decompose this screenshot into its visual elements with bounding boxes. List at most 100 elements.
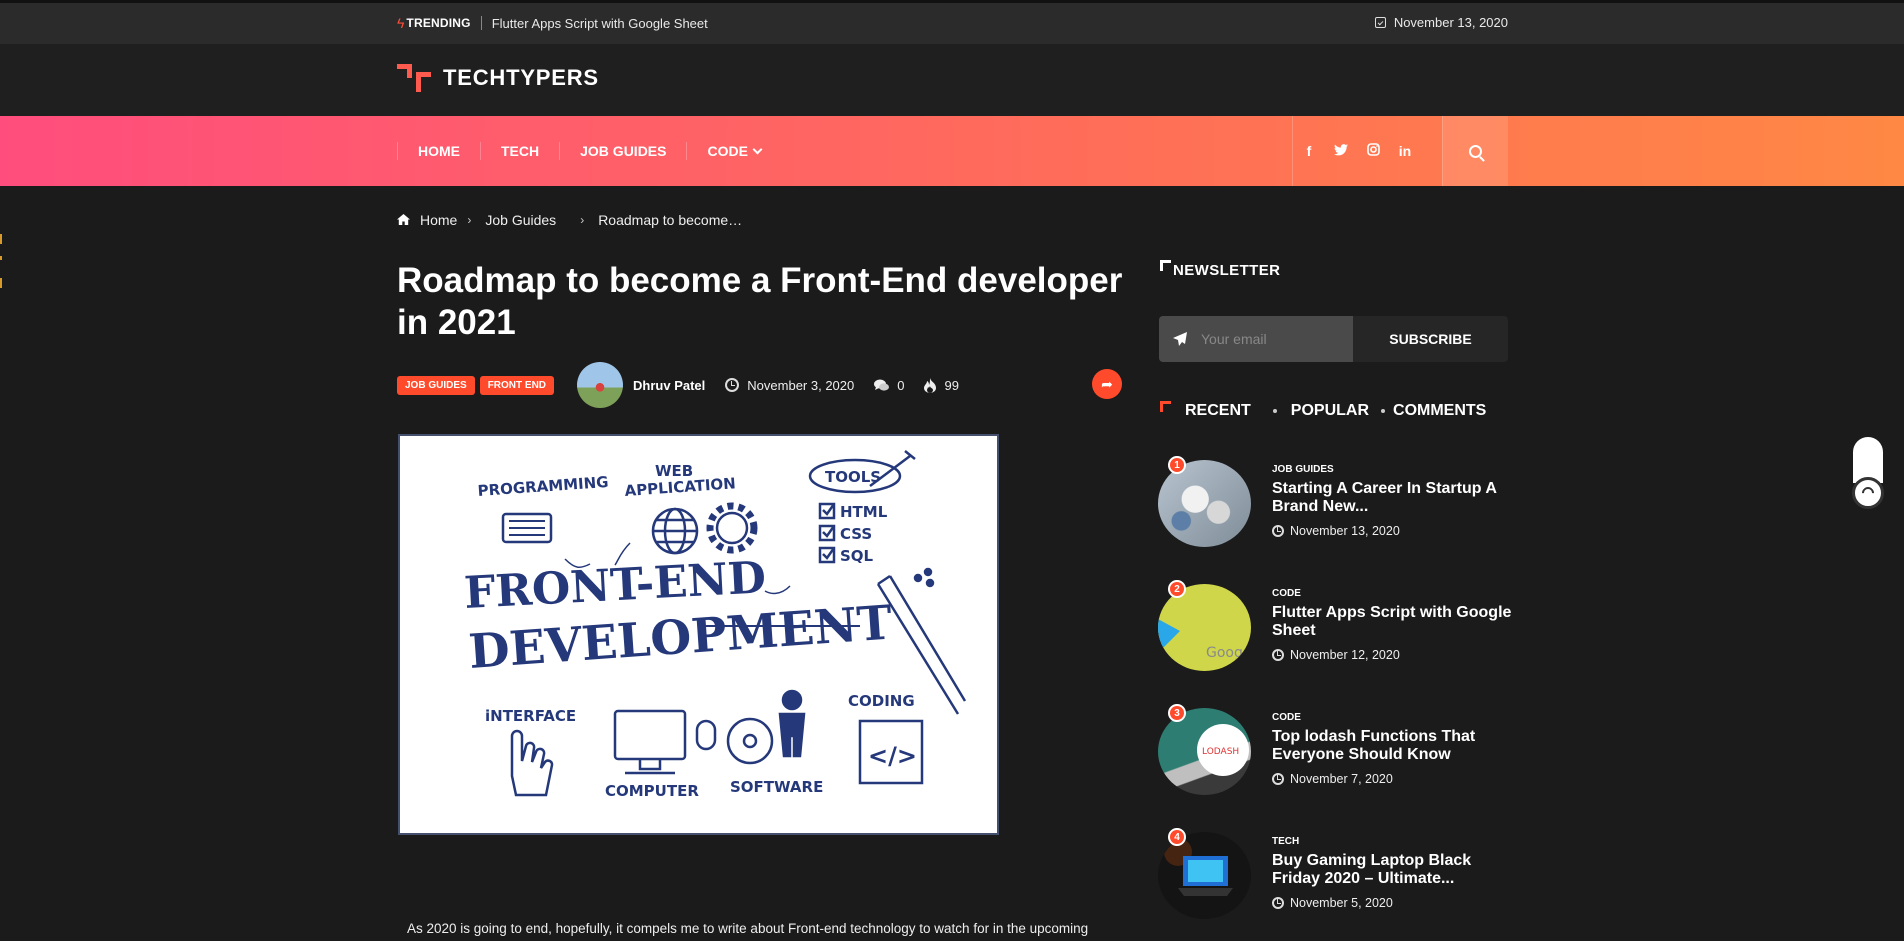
current-date: November 13, 2020 — [1374, 15, 1508, 30]
rank-badge: 3 — [1168, 704, 1186, 722]
post-category[interactable]: TECH — [1272, 836, 1299, 847]
image-label-tools: TOOLS — [825, 468, 881, 486]
facebook-icon[interactable]: f — [1293, 143, 1325, 159]
nav-item-label: TECH — [501, 143, 540, 159]
rank-badge: 4 — [1168, 828, 1186, 846]
share-button[interactable]: ➦ — [1092, 369, 1122, 399]
computer-icon — [613, 709, 717, 775]
nav-item-label: HOME — [418, 143, 460, 159]
instagram-icon[interactable] — [1357, 143, 1389, 159]
article-intro: As 2020 is going to end, hopefully, it c… — [407, 921, 1089, 936]
tab-separator — [1272, 409, 1277, 413]
post-thumbnail[interactable]: Goog — [1158, 584, 1251, 671]
search-button[interactable] — [1442, 116, 1508, 186]
nav-menu: HOME TECH JOB GUIDES CODE — [397, 116, 781, 186]
publish-date-text: November 3, 2020 — [747, 377, 855, 393]
laptop-thumb-art — [1164, 838, 1233, 896]
post-thumbnail[interactable] — [1158, 832, 1251, 919]
image-label-sql: SQL — [840, 547, 874, 565]
post-date: November 5, 2020 — [1272, 896, 1393, 910]
article-meta: JOB GUIDES FRONT END Dhruv Patel Novembe… — [397, 362, 959, 408]
globe-icon — [651, 507, 699, 555]
subscribe-button[interactable]: SUBSCRIBE — [1353, 316, 1508, 362]
nav-item-code[interactable]: CODE — [686, 142, 780, 160]
nav-item-label: CODE — [707, 143, 748, 159]
chevron-right-icon: › — [467, 213, 472, 227]
post-title[interactable]: Starting A Career In Startup A Brand New… — [1272, 480, 1512, 516]
post-category[interactable]: CODE — [1272, 712, 1301, 723]
publish-date: November 3, 2020 — [725, 378, 854, 393]
article-title: Roadmap to become a Front-End developer … — [397, 261, 1123, 342]
breadcrumb: Home › Job Guides › Roadmap to become… — [397, 212, 742, 228]
chevron-right-icon: › — [580, 213, 585, 227]
post-title[interactable]: Buy Gaming Laptop Black Friday 2020 – Ul… — [1272, 852, 1512, 888]
chevron-down-icon — [752, 144, 763, 154]
image-label-css: CSS — [840, 525, 872, 543]
newsletter-heading: NEWSLETTER — [1160, 260, 1281, 279]
twitter-icon[interactable] — [1325, 143, 1357, 159]
image-label-software: SOFTWARE — [730, 778, 823, 796]
site-name: TECHTYPERS — [443, 65, 599, 90]
software-icon — [726, 689, 806, 765]
list-item[interactable]: 1 JOB GUIDES Starting A Career In Startu… — [1158, 456, 1518, 552]
corner-icon — [1160, 260, 1171, 271]
image-label-coding: CODING — [848, 692, 915, 710]
view-count-text: 99 — [944, 377, 959, 393]
clock-icon — [1272, 773, 1284, 785]
nav-item-home[interactable]: HOME — [397, 142, 480, 160]
trending-label: TRENDING — [406, 16, 471, 30]
breadcrumb-current: Roadmap to become… — [598, 212, 743, 228]
brand-bar: TECHTYPERS — [0, 44, 1904, 116]
social-links: f in — [1292, 116, 1421, 186]
rank-badge: 1 — [1168, 456, 1186, 474]
list-item[interactable]: 4 TECH Buy Gaming Laptop Black Friday 20… — [1158, 828, 1518, 924]
image-label-code-tag: </> — [868, 742, 917, 770]
top-bar: ϟ TRENDING Flutter Apps Script with Goog… — [0, 0, 1904, 44]
main-nav: HOME TECH JOB GUIDES CODE f in — [0, 116, 1904, 186]
comment-count[interactable]: 0 — [874, 378, 904, 393]
list-item[interactable]: Goog 2 CODE Flutter Apps Script with Goo… — [1158, 580, 1518, 676]
post-date: November 12, 2020 — [1272, 648, 1400, 662]
share-icon: ➦ — [1101, 375, 1113, 392]
tag-front-end[interactable]: FRONT END — [479, 375, 555, 395]
post-date-text: November 13, 2020 — [1290, 524, 1400, 538]
email-field[interactable]: Your email — [1159, 316, 1353, 362]
image-label-html: HTML — [840, 503, 888, 521]
send-icon — [1173, 332, 1187, 346]
tab-comments[interactable]: COMMENTS — [1393, 402, 1486, 420]
breadcrumb-job-guides[interactable]: Job Guides — [485, 212, 556, 228]
search-icon — [1469, 144, 1482, 158]
post-title[interactable]: Flutter Apps Script with Google Sheet — [1272, 604, 1512, 640]
post-title[interactable]: Top lodash Functions That Everyone Shoul… — [1272, 728, 1512, 764]
author-name[interactable]: Dhruv Patel — [633, 378, 705, 393]
home-icon — [397, 213, 410, 228]
post-thumbnail[interactable]: LODASH — [1158, 708, 1251, 795]
nav-item-tech[interactable]: TECH — [480, 142, 559, 160]
site-logo[interactable]: TECHTYPERS — [397, 64, 599, 92]
view-count: 99 — [924, 377, 959, 393]
featured-image: PROGRAMMING WEB APPLICATION TOOLS HTML C… — [398, 434, 999, 835]
clock-icon — [1272, 649, 1284, 661]
breadcrumb-home[interactable]: Home — [420, 212, 457, 228]
linkedin-icon[interactable]: in — [1389, 143, 1421, 159]
newsletter-title: NEWSLETTER — [1173, 262, 1281, 279]
image-label-application: APPLICATION — [624, 474, 736, 500]
post-thumb-text: Goog — [1206, 645, 1243, 661]
post-thumb-text: LODASH — [1202, 747, 1239, 757]
fire-icon — [924, 377, 937, 393]
post-category[interactable]: CODE — [1272, 588, 1301, 599]
image-label-interface: iNTERFACE — [485, 707, 576, 725]
nav-item-job-guides[interactable]: JOB GUIDES — [559, 142, 686, 160]
list-item[interactable]: LODASH 3 CODE Top lodash Functions That … — [1158, 704, 1518, 800]
post-thumbnail[interactable] — [1158, 460, 1251, 547]
tag-job-guides[interactable]: JOB GUIDES — [397, 375, 475, 395]
scroll-to-top-button[interactable] — [1852, 437, 1884, 517]
post-date-text: November 7, 2020 — [1290, 772, 1393, 786]
avatar[interactable] — [577, 362, 624, 408]
tab-popular[interactable]: POPULAR — [1291, 402, 1369, 420]
email-placeholder: Your email — [1201, 331, 1267, 347]
trending-link[interactable]: Flutter Apps Script with Google Sheet — [492, 16, 708, 31]
post-category[interactable]: JOB GUIDES — [1272, 464, 1334, 475]
tab-recent[interactable]: RECENT — [1185, 402, 1251, 420]
post-date-text: November 5, 2020 — [1290, 896, 1393, 910]
